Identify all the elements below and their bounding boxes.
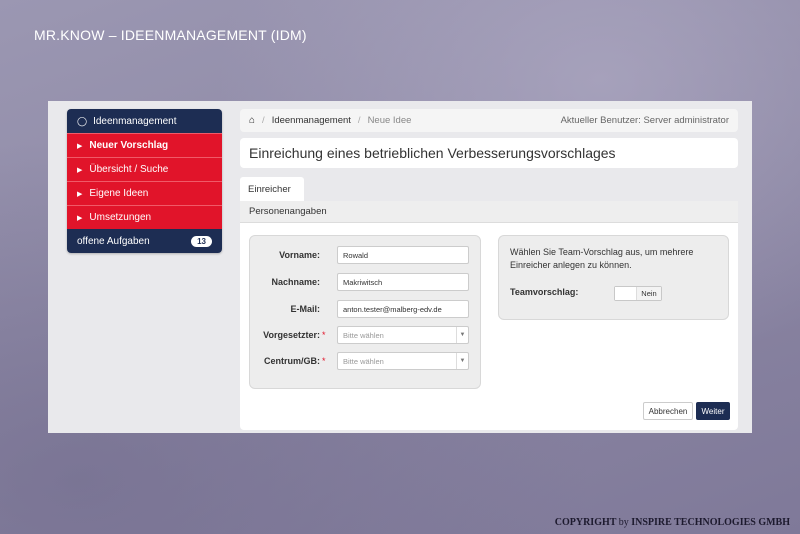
sidebar-item-eigene-ideen[interactable]: ▶ Eigene Ideen (67, 181, 222, 205)
center-select-value: Bitte wählen (343, 356, 384, 366)
supervisor-row: Vorgesetzter: * Bitte wählen ▼ (250, 326, 482, 344)
sidebar-item-umsetzungen[interactable]: ▶ Umsetzungen (67, 205, 222, 229)
sidebar-item-label: Eigene Ideen (89, 188, 149, 199)
sidebar-item-neuer-vorschlag[interactable]: ▶ Neuer Vorschlag (67, 133, 222, 157)
app-screenshot: ◯ Ideenmanagement ▶ Neuer Vorschlag ▶ Üb… (48, 101, 752, 433)
last-name-field[interactable]: Makriwitsch (337, 273, 469, 291)
sidebar-item-uebersicht-suche[interactable]: ▶ Übersicht / Suche (67, 157, 222, 181)
caret-right-icon: ▶ (77, 166, 83, 174)
first-name-row: Vorname: Rowald (250, 246, 482, 264)
sidebar-item-label: Umsetzungen (89, 212, 152, 223)
center-label: Centrum/GB: (264, 356, 320, 366)
toggle-knob (615, 287, 637, 300)
sidebar-footer-label: offene Aufgaben (77, 235, 150, 247)
sidebar-header-label: Ideenmanagement (93, 115, 177, 127)
page-title: Einreichung eines betrieblichen Verbesse… (240, 138, 738, 168)
team-proposal-box: Wählen Sie Team-Vorschlag aus, um mehrer… (498, 235, 729, 320)
caret-right-icon: ▶ (77, 214, 83, 222)
chevron-down-icon: ▼ (456, 327, 468, 343)
panel-header: Personenangaben (240, 201, 738, 223)
current-user: Aktueller Benutzer: Server administrator (560, 115, 729, 126)
email-label: E-Mail: (290, 304, 320, 314)
form-panel: Personenangaben Vorname: Rowald Nachname… (240, 201, 738, 430)
lightbulb-icon: ◯ (77, 115, 88, 126)
copyright-by: by (618, 517, 629, 528)
first-name-label: Vorname: (279, 250, 320, 260)
sidebar: ◯ Ideenmanagement ▶ Neuer Vorschlag ▶ Üb… (67, 109, 222, 253)
center-row: Centrum/GB: * Bitte wählen ▼ (250, 352, 482, 370)
home-icon[interactable]: ⌂ (249, 115, 255, 126)
required-marker: * (322, 356, 326, 366)
sidebar-item-label: Übersicht / Suche (89, 164, 169, 175)
first-name-field[interactable]: Rowald (337, 246, 469, 264)
team-proposal-toggle[interactable]: Nein (614, 286, 662, 301)
team-proposal-label: Teamvorschlag: (510, 287, 579, 297)
chevron-down-icon: ▼ (456, 353, 468, 369)
breadcrumb-separator: / (357, 115, 361, 126)
email-field[interactable]: anton.tester@malberg-edv.de (337, 300, 469, 318)
supervisor-select[interactable]: Bitte wählen ▼ (337, 326, 469, 344)
sidebar-item-offene-aufgaben[interactable]: offene Aufgaben 13 (67, 229, 222, 253)
slide-title: MR.KNOW – IDEENMANAGEMENT (IDM) (34, 27, 307, 43)
copyright-company: INSPIRE TECHNOLOGIES GMBH (631, 517, 790, 528)
breadcrumb-current: Neue Idee (367, 115, 412, 126)
last-name-label: Nachname: (271, 277, 320, 287)
person-form: Vorname: Rowald Nachname: Makriwitsch E-… (249, 235, 481, 389)
supervisor-label: Vorgesetzter: (263, 330, 320, 340)
email-row: E-Mail: anton.tester@malberg-edv.de (250, 300, 482, 318)
center-select[interactable]: Bitte wählen ▼ (337, 352, 469, 370)
supervisor-select-value: Bitte wählen (343, 330, 384, 340)
sidebar-item-label: Neuer Vorschlag (89, 140, 169, 151)
cancel-button[interactable]: Abbrechen (643, 402, 693, 420)
next-button[interactable]: Weiter (696, 402, 730, 420)
breadcrumb-ideenmanagement[interactable]: Ideenmanagement (272, 115, 351, 126)
team-hint-text: Wählen Sie Team-Vorschlag aus, um mehrer… (510, 247, 694, 270)
breadcrumb: ⌂ / Ideenmanagement / Neue Idee Aktuelle… (240, 109, 738, 132)
tab-einreicher[interactable]: Einreicher (240, 177, 304, 201)
copyright-prefix: COPYRIGHT (554, 517, 617, 528)
caret-right-icon: ▶ (77, 190, 83, 198)
last-name-row: Nachname: Makriwitsch (250, 273, 482, 291)
sidebar-header[interactable]: ◯ Ideenmanagement (67, 109, 222, 133)
caret-right-icon: ▶ (77, 142, 83, 150)
required-marker: * (322, 330, 326, 340)
breadcrumb-separator: / (262, 115, 265, 126)
toggle-value: Nein (637, 287, 661, 300)
task-count-badge: 13 (191, 235, 212, 247)
copyright-footer: COPYRIGHT by INSPIRE TECHNOLOGIES GMBH (555, 517, 790, 528)
